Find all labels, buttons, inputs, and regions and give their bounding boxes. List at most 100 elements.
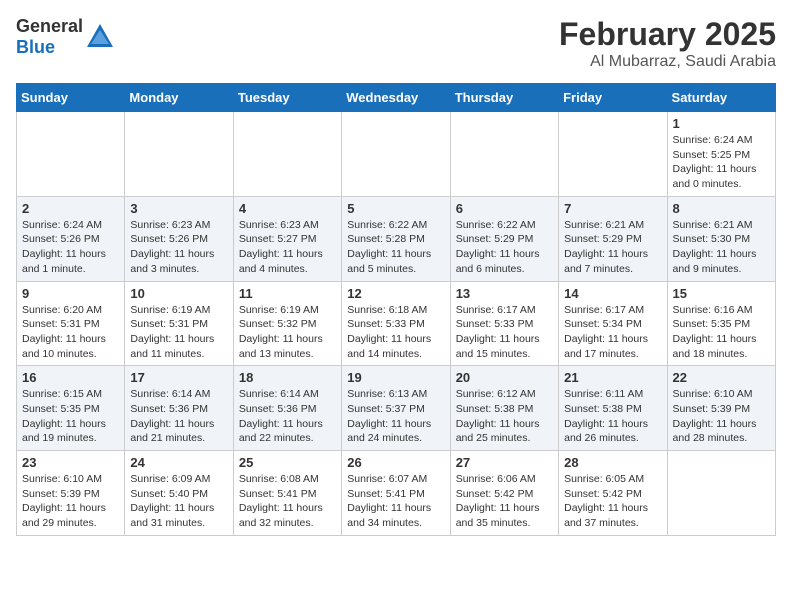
day-number: 12: [347, 286, 444, 301]
day-number: 27: [456, 455, 553, 470]
calendar-cell: 24 Sunrise: 6:09 AM Sunset: 5:40 PM Dayli…: [125, 451, 233, 536]
day-number: 28: [564, 455, 661, 470]
col-header-wednesday: Wednesday: [342, 84, 450, 112]
calendar-cell: 12Sunrise: 6:18 AM Sunset: 5:33 PM Dayli…: [342, 281, 450, 366]
day-info: Sunrise: 6:11 AM Sunset: 5:38 PM Dayligh…: [564, 387, 661, 446]
calendar-cell: 17 Sunrise: 6:14 AM Sunset: 5:36 PM Dayli…: [125, 366, 233, 451]
day-info: Sunrise: 6:05 AM Sunset: 5:42 PM Dayligh…: [564, 472, 661, 531]
calendar-cell: 2 Sunrise: 6:24 AM Sunset: 5:26 PM Daylig…: [17, 196, 125, 281]
day-info: Sunrise: 6:09 AM Sunset: 5:40 PM Dayligh…: [130, 472, 227, 531]
day-info: Sunrise: 6:22 AM Sunset: 5:29 PM Dayligh…: [456, 218, 553, 277]
day-number: 25: [239, 455, 336, 470]
calendar-cell: 19Sunrise: 6:13 AM Sunset: 5:37 PM Dayli…: [342, 366, 450, 451]
day-number: 26: [347, 455, 444, 470]
day-number: 19: [347, 370, 444, 385]
location-title: Al Mubarraz, Saudi Arabia: [559, 53, 776, 71]
calendar-cell: [559, 112, 667, 197]
calendar-header-row: SundayMondayTuesdayWednesdayThursdayFrid…: [17, 84, 776, 112]
day-number: 23: [22, 455, 119, 470]
calendar-cell: 23Sunrise: 6:10 AM Sunset: 5:39 PM Dayli…: [17, 451, 125, 536]
day-number: 18: [239, 370, 336, 385]
calendar-cell: [233, 112, 341, 197]
day-info: Sunrise: 6:20 AM Sunset: 5:31 PM Dayligh…: [22, 303, 119, 362]
day-info: Sunrise: 6:06 AM Sunset: 5:42 PM Dayligh…: [456, 472, 553, 531]
col-header-tuesday: Tuesday: [233, 84, 341, 112]
day-info: Sunrise: 6:07 AM Sunset: 5:41 PM Dayligh…: [347, 472, 444, 531]
calendar-cell: [17, 112, 125, 197]
logo: General Blue: [16, 16, 115, 58]
day-info: Sunrise: 6:23 AM Sunset: 5:26 PM Dayligh…: [130, 218, 227, 277]
calendar-week-5: 23Sunrise: 6:10 AM Sunset: 5:39 PM Dayli…: [17, 451, 776, 536]
day-number: 11: [239, 286, 336, 301]
logo-blue-text: Blue: [16, 37, 55, 57]
calendar-cell: [450, 112, 558, 197]
calendar-cell: 26 Sunrise: 6:07 AM Sunset: 5:41 PM Dayli…: [342, 451, 450, 536]
calendar-week-3: 9 Sunrise: 6:20 AM Sunset: 5:31 PM Daylig…: [17, 281, 776, 366]
day-info: Sunrise: 6:19 AM Sunset: 5:31 PM Dayligh…: [130, 303, 227, 362]
day-number: 15: [673, 286, 770, 301]
calendar-cell: 6Sunrise: 6:22 AM Sunset: 5:29 PM Daylig…: [450, 196, 558, 281]
calendar-table: SundayMondayTuesdayWednesdayThursdayFrid…: [16, 83, 776, 536]
day-info: Sunrise: 6:16 AM Sunset: 5:35 PM Dayligh…: [673, 303, 770, 362]
calendar-cell: 3Sunrise: 6:23 AM Sunset: 5:26 PM Daylig…: [125, 196, 233, 281]
calendar-cell: 10 Sunrise: 6:19 AM Sunset: 5:31 PM Dayli…: [125, 281, 233, 366]
calendar-cell: 16 Sunrise: 6:15 AM Sunset: 5:35 PM Dayli…: [17, 366, 125, 451]
col-header-friday: Friday: [559, 84, 667, 112]
logo-general-text: General: [16, 16, 83, 36]
day-number: 21: [564, 370, 661, 385]
calendar-cell: 28 Sunrise: 6:05 AM Sunset: 5:42 PM Dayli…: [559, 451, 667, 536]
day-number: 9: [22, 286, 119, 301]
calendar-cell: 15 Sunrise: 6:16 AM Sunset: 5:35 PM Dayli…: [667, 281, 775, 366]
calendar-cell: 1 Sunrise: 6:24 AM Sunset: 5:25 PM Daylig…: [667, 112, 775, 197]
calendar-cell: 13 Sunrise: 6:17 AM Sunset: 5:33 PM Dayli…: [450, 281, 558, 366]
calendar-cell: 11 Sunrise: 6:19 AM Sunset: 5:32 PM Dayli…: [233, 281, 341, 366]
calendar-week-2: 2 Sunrise: 6:24 AM Sunset: 5:26 PM Daylig…: [17, 196, 776, 281]
day-number: 24: [130, 455, 227, 470]
day-info: Sunrise: 6:19 AM Sunset: 5:32 PM Dayligh…: [239, 303, 336, 362]
calendar-cell: 4 Sunrise: 6:23 AM Sunset: 5:27 PM Daylig…: [233, 196, 341, 281]
day-info: Sunrise: 6:17 AM Sunset: 5:33 PM Dayligh…: [456, 303, 553, 362]
calendar-cell: 22 Sunrise: 6:10 AM Sunset: 5:39 PM Dayli…: [667, 366, 775, 451]
day-info: Sunrise: 6:21 AM Sunset: 5:29 PM Dayligh…: [564, 218, 661, 277]
day-info: Sunrise: 6:14 AM Sunset: 5:36 PM Dayligh…: [130, 387, 227, 446]
calendar-cell: 7 Sunrise: 6:21 AM Sunset: 5:29 PM Daylig…: [559, 196, 667, 281]
day-info: Sunrise: 6:15 AM Sunset: 5:35 PM Dayligh…: [22, 387, 119, 446]
calendar-cell: 27 Sunrise: 6:06 AM Sunset: 5:42 PM Dayli…: [450, 451, 558, 536]
day-number: 17: [130, 370, 227, 385]
calendar-cell: 9 Sunrise: 6:20 AM Sunset: 5:31 PM Daylig…: [17, 281, 125, 366]
day-number: 13: [456, 286, 553, 301]
col-header-monday: Monday: [125, 84, 233, 112]
day-info: Sunrise: 6:08 AM Sunset: 5:41 PM Dayligh…: [239, 472, 336, 531]
col-header-sunday: Sunday: [17, 84, 125, 112]
day-number: 5: [347, 201, 444, 216]
calendar-cell: 18 Sunrise: 6:14 AM Sunset: 5:36 PM Dayli…: [233, 366, 341, 451]
calendar-cell: [342, 112, 450, 197]
calendar-cell: 5 Sunrise: 6:22 AM Sunset: 5:28 PM Daylig…: [342, 196, 450, 281]
day-info: Sunrise: 6:22 AM Sunset: 5:28 PM Dayligh…: [347, 218, 444, 277]
calendar-cell: 21 Sunrise: 6:11 AM Sunset: 5:38 PM Dayli…: [559, 366, 667, 451]
day-info: Sunrise: 6:24 AM Sunset: 5:26 PM Dayligh…: [22, 218, 119, 277]
day-info: Sunrise: 6:10 AM Sunset: 5:39 PM Dayligh…: [673, 387, 770, 446]
day-info: Sunrise: 6:23 AM Sunset: 5:27 PM Dayligh…: [239, 218, 336, 277]
calendar-week-4: 16 Sunrise: 6:15 AM Sunset: 5:35 PM Dayli…: [17, 366, 776, 451]
calendar-cell: 8Sunrise: 6:21 AM Sunset: 5:30 PM Daylig…: [667, 196, 775, 281]
calendar-cell: [125, 112, 233, 197]
calendar-cell: 20Sunrise: 6:12 AM Sunset: 5:38 PM Dayli…: [450, 366, 558, 451]
day-number: 1: [673, 116, 770, 131]
day-number: 2: [22, 201, 119, 216]
day-number: 8: [673, 201, 770, 216]
day-number: 7: [564, 201, 661, 216]
day-info: Sunrise: 6:12 AM Sunset: 5:38 PM Dayligh…: [456, 387, 553, 446]
day-info: Sunrise: 6:24 AM Sunset: 5:25 PM Dayligh…: [673, 133, 770, 192]
month-title: February 2025: [559, 16, 776, 53]
calendar-cell: 14Sunrise: 6:17 AM Sunset: 5:34 PM Dayli…: [559, 281, 667, 366]
logo-icon: [85, 22, 115, 52]
day-number: 10: [130, 286, 227, 301]
calendar-week-1: 1 Sunrise: 6:24 AM Sunset: 5:25 PM Daylig…: [17, 112, 776, 197]
col-header-thursday: Thursday: [450, 84, 558, 112]
day-info: Sunrise: 6:14 AM Sunset: 5:36 PM Dayligh…: [239, 387, 336, 446]
day-number: 22: [673, 370, 770, 385]
day-number: 16: [22, 370, 119, 385]
day-number: 14: [564, 286, 661, 301]
day-number: 4: [239, 201, 336, 216]
